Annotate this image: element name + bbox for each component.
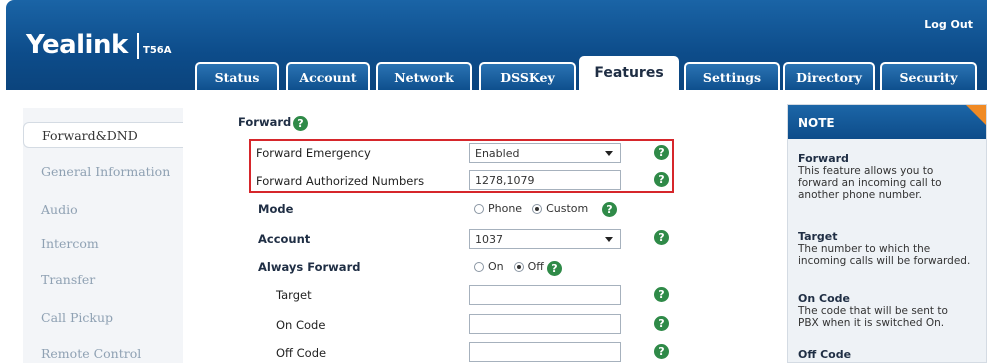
always-forward-off-radio[interactable] — [513, 261, 524, 272]
mode-help-icon[interactable]: ? — [602, 202, 617, 217]
on-code-input[interactable] — [469, 314, 621, 334]
model-label: T56A — [143, 45, 172, 56]
sidebar-item-general-information[interactable]: General Information — [23, 158, 183, 184]
note-block-target: Target The number to which the incoming … — [798, 230, 983, 268]
always-forward-label: Always Forward — [258, 260, 361, 274]
note-line: The code that will be sent to — [798, 305, 948, 317]
note-corner-accent — [966, 105, 986, 125]
forward-authorized-input[interactable]: 1278,1079 — [469, 170, 621, 190]
forward-emergency-help-icon[interactable]: ? — [654, 145, 669, 160]
sidebar-item-audio[interactable]: Audio — [23, 196, 183, 222]
sidebar-item-forward-dnd[interactable]: Forward&DND — [23, 122, 183, 148]
note-block-on-code: On Code The code that will be sent to PB… — [798, 292, 983, 330]
account-label: Account — [258, 232, 311, 246]
target-help-icon[interactable]: ? — [654, 287, 669, 302]
section-title: Forward — [238, 115, 292, 129]
mode-custom-radio[interactable] — [532, 203, 543, 214]
sidebar-item-transfer[interactable]: Transfer — [23, 266, 183, 292]
mode-phone-radio[interactable] — [474, 203, 484, 214]
forward-help-icon[interactable]: ? — [293, 116, 308, 131]
note-line: This feature allows you to — [798, 165, 934, 177]
note-block-forward: Forward This feature allows you to forwa… — [798, 152, 983, 202]
yealink-logo: Yealink — [26, 30, 128, 60]
always-forward-help-icon[interactable]: ? — [547, 261, 562, 276]
chevron-down-icon — [605, 237, 613, 242]
forward-emergency-select[interactable]: Enabled — [469, 143, 621, 163]
note-title: NOTE — [798, 116, 835, 130]
sidebar-item-remote-control[interactable]: Remote Control — [23, 340, 183, 363]
note-heading: Forward — [798, 152, 849, 165]
tab-account[interactable]: Account — [286, 62, 370, 90]
target-input[interactable] — [469, 285, 621, 305]
tab-settings[interactable]: Settings — [684, 62, 780, 90]
forward-authorized-label: Forward Authorized Numbers — [256, 174, 425, 188]
note-block-off-code: Off Code — [798, 349, 983, 361]
chevron-down-icon — [605, 151, 613, 156]
account-select[interactable]: 1037 — [469, 229, 621, 249]
note-line: another phone number. — [798, 189, 922, 201]
account-value: 1037 — [475, 232, 503, 246]
note-line: PBX when it is switched On. — [798, 317, 945, 329]
always-forward-on-radio[interactable] — [474, 261, 484, 272]
tab-dsskey[interactable]: DSSKey — [479, 62, 576, 90]
tab-features[interactable]: Features — [579, 56, 679, 90]
forward-emergency-label: Forward Emergency — [256, 146, 371, 160]
always-forward-off-label: Off — [527, 260, 544, 273]
note-line: forward an incoming call to — [798, 177, 942, 189]
note-panel: NOTE Forward This feature allows you to … — [787, 104, 987, 363]
account-help-icon[interactable]: ? — [654, 230, 669, 245]
forward-authorized-help-icon[interactable]: ? — [654, 172, 669, 187]
note-header: NOTE — [788, 105, 986, 139]
on-code-label: On Code — [276, 318, 326, 332]
note-heading: On Code — [798, 292, 850, 305]
on-code-help-icon[interactable]: ? — [654, 316, 669, 331]
mode-radio-group: Phone Custom — [474, 202, 588, 215]
off-code-input[interactable] — [469, 342, 621, 362]
always-forward-radio-group: On Off — [474, 260, 544, 273]
mode-phone-label: Phone — [488, 202, 523, 215]
note-line: The number to which the — [798, 243, 931, 255]
logo-divider — [137, 33, 139, 59]
off-code-help-icon[interactable]: ? — [654, 344, 669, 359]
tab-network[interactable]: Network — [376, 62, 472, 90]
tab-directory[interactable]: Directory — [783, 62, 875, 90]
sidebar-item-call-pickup[interactable]: Call Pickup — [23, 304, 183, 330]
forward-emergency-value: Enabled — [475, 146, 520, 160]
tab-security[interactable]: Security — [880, 62, 977, 90]
top-header: Yealink T56A Log Out Status Account Netw… — [6, 0, 987, 90]
off-code-label: Off Code — [276, 346, 327, 360]
sidebar-item-intercom[interactable]: Intercom — [23, 230, 183, 256]
always-forward-on-label: On — [488, 260, 504, 273]
note-heading: Off Code — [798, 348, 852, 361]
mode-custom-label: Custom — [546, 202, 589, 215]
note-heading: Target — [798, 230, 838, 243]
tab-status[interactable]: Status — [195, 62, 279, 90]
mode-label: Mode — [258, 202, 294, 216]
logout-link[interactable]: Log Out — [924, 18, 973, 31]
note-line: incoming calls will be forwarded. — [798, 255, 971, 267]
target-label: Target — [276, 288, 312, 302]
